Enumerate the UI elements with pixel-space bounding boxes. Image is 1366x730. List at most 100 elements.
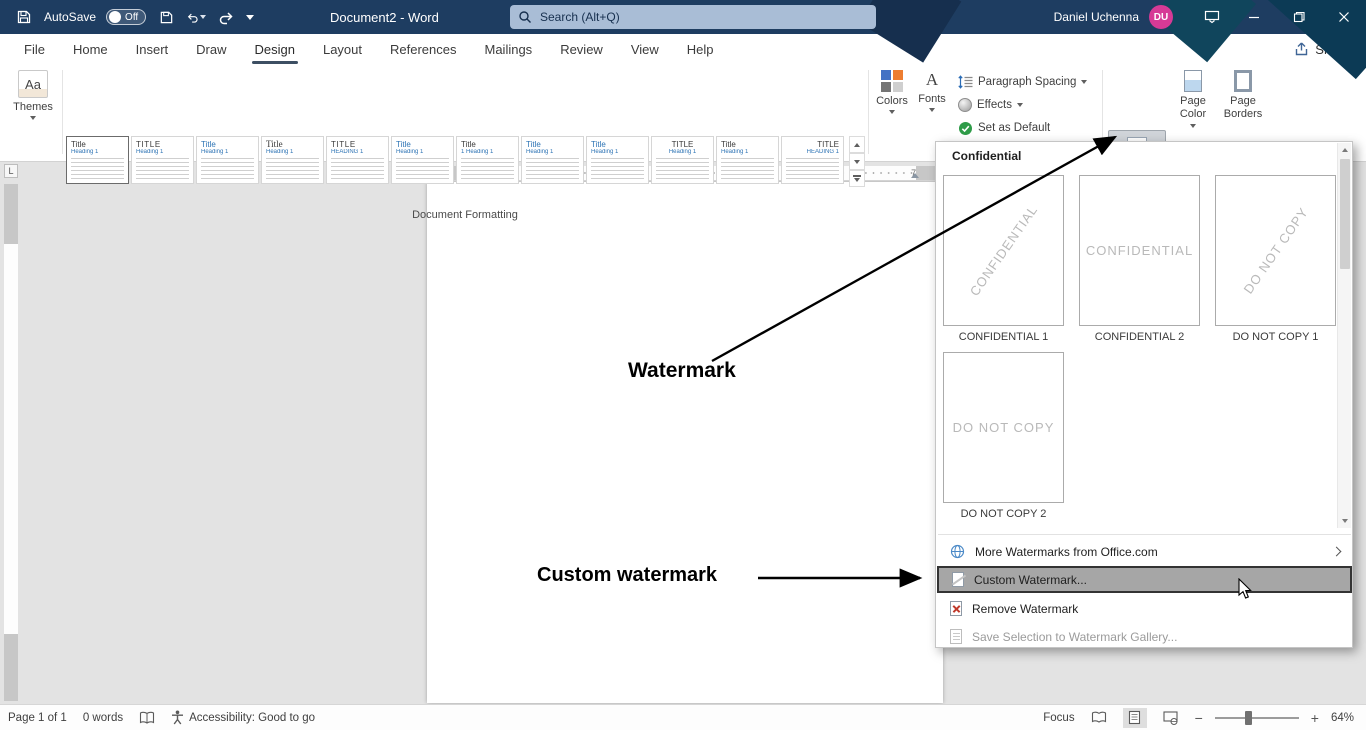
- ribbon-tab[interactable]: File: [10, 34, 59, 64]
- style-set-thumbnail[interactable]: Title Heading 1: [716, 136, 779, 184]
- style-set-thumbnail[interactable]: Title Heading 1: [261, 136, 324, 184]
- read-mode-icon[interactable]: [1087, 708, 1111, 728]
- style-set-thumbnail[interactable]: Title Heading 1: [521, 136, 584, 184]
- search-input[interactable]: [540, 10, 868, 24]
- themes-button[interactable]: Aa Themes: [10, 70, 56, 120]
- style-set-heading: Heading 1: [396, 149, 449, 156]
- colors-button[interactable]: Colors: [872, 70, 912, 114]
- gallery-more-button[interactable]: [849, 170, 865, 187]
- gallery-scroll-down-button[interactable]: [849, 153, 865, 170]
- themes-icon: Aa: [18, 70, 48, 98]
- fonts-label: Fonts: [918, 93, 946, 105]
- page-color-button[interactable]: Page Color: [1170, 70, 1216, 128]
- ribbon-tab[interactable]: Mailings: [471, 34, 547, 64]
- set-as-default-label: Set as Default: [978, 122, 1050, 134]
- style-set-body-lines: [136, 158, 189, 180]
- ribbon-tab[interactable]: Help: [673, 34, 728, 64]
- customize-quick-access-icon[interactable]: [246, 15, 254, 20]
- style-set-thumbnail[interactable]: TITLE HEADING 1: [781, 136, 844, 184]
- style-set-title: Title: [71, 140, 124, 149]
- quick-access-toolbar: AutoSave Off: [0, 0, 254, 34]
- annotation-watermark-label: Watermark: [628, 359, 736, 383]
- zoom-out-button[interactable]: −: [1195, 711, 1203, 725]
- web-layout-icon[interactable]: [1159, 708, 1183, 728]
- ribbon-tab[interactable]: Layout: [309, 34, 376, 64]
- close-button[interactable]: [1321, 0, 1366, 34]
- menu-item-remove-watermark[interactable]: Remove Watermark: [937, 595, 1352, 622]
- scroll-up-button[interactable]: [1338, 143, 1352, 157]
- watermark-thumbnail-confidential-2[interactable]: CONFIDENTIAL: [1079, 175, 1200, 326]
- ribbon-display-options-icon[interactable]: [1193, 0, 1231, 34]
- save-icon[interactable]: [14, 7, 34, 27]
- zoom-slider[interactable]: [1215, 717, 1299, 719]
- effects-icon: [958, 98, 972, 112]
- page-number-status[interactable]: Page 1 of 1: [8, 712, 67, 724]
- autosave-toggle[interactable]: Off: [106, 9, 146, 25]
- scroll-down-button[interactable]: [1338, 514, 1352, 528]
- word-count-status[interactable]: 0 words: [83, 712, 123, 724]
- gallery-scroll-up-button[interactable]: [849, 136, 865, 153]
- page-borders-label: Page Borders: [1220, 95, 1266, 121]
- minimize-button[interactable]: [1231, 0, 1276, 34]
- set-as-default-button[interactable]: Set as Default: [958, 118, 1050, 138]
- word-application-window: AutoSave Off Document2 - Word: [0, 0, 1366, 730]
- document-page[interactable]: [427, 182, 943, 703]
- zoom-in-button[interactable]: +: [1311, 711, 1319, 725]
- chevron-down-icon: [889, 110, 895, 114]
- save-button[interactable]: [156, 7, 176, 27]
- menu-item-more-watermarks[interactable]: More Watermarks from Office.com: [937, 538, 1352, 565]
- ribbon-separator: [868, 70, 869, 154]
- menu-section-title: Confidential: [952, 149, 1021, 163]
- ribbon-tab[interactable]: References: [376, 34, 470, 64]
- accessibility-icon: [171, 710, 184, 725]
- style-set-title: TITLE: [786, 140, 839, 149]
- ribbon-tab[interactable]: Home: [59, 34, 122, 64]
- ribbon-tab[interactable]: Design: [241, 34, 309, 64]
- style-set-thumbnail[interactable]: TITLE Heading 1: [131, 136, 194, 184]
- tab-stop-selector[interactable]: L: [4, 164, 18, 178]
- chevron-down-icon: [1017, 103, 1023, 107]
- style-set-thumbnail[interactable]: TITLE HEADING 1: [326, 136, 389, 184]
- undo-dropdown-icon[interactable]: [200, 15, 206, 19]
- ribbon-tab[interactable]: Draw: [182, 34, 240, 64]
- user-name[interactable]: Daniel Uchenna: [1054, 10, 1139, 24]
- scrollbar-thumb[interactable]: [1340, 159, 1350, 269]
- style-set-thumbnail[interactable]: Title Heading 1: [66, 136, 129, 184]
- undo-button[interactable]: [186, 7, 206, 27]
- menu-item-label: Custom Watermark...: [974, 573, 1087, 587]
- menu-separator: [938, 534, 1351, 535]
- focus-mode-button[interactable]: Focus: [1043, 712, 1074, 724]
- zoom-slider-thumb[interactable]: [1245, 711, 1252, 725]
- watermark-thumbnail-do-not-copy-1[interactable]: DO NOT COPY: [1215, 175, 1336, 326]
- style-set-thumbnail[interactable]: Title Heading 1: [586, 136, 649, 184]
- right-indent-marker[interactable]: [911, 173, 919, 178]
- watermark-thumbnail-confidential-1[interactable]: CONFIDENTIAL: [943, 175, 1064, 326]
- ribbon-tab[interactable]: View: [617, 34, 673, 64]
- remove-watermark-icon: [950, 601, 962, 616]
- style-set-thumbnail[interactable]: Title Heading 1: [391, 136, 454, 184]
- ribbon-tab[interactable]: Review: [546, 34, 617, 64]
- proofing-icon[interactable]: [139, 711, 155, 725]
- effects-button[interactable]: Effects: [958, 95, 1023, 115]
- style-set-thumbnail[interactable]: Title Heading 1: [196, 136, 259, 184]
- style-set-body-lines: [656, 158, 709, 180]
- page-borders-button[interactable]: Page Borders: [1218, 70, 1268, 121]
- zoom-level[interactable]: 64%: [1331, 712, 1354, 724]
- paragraph-spacing-button[interactable]: Paragraph Spacing: [958, 72, 1087, 92]
- style-set-thumbnail[interactable]: Title 1 Heading 1: [456, 136, 519, 184]
- status-bar: Page 1 of 1 0 words Accessibility: Good …: [0, 704, 1366, 730]
- style-set-title: Title: [396, 140, 449, 149]
- fonts-button[interactable]: A Fonts: [914, 70, 950, 112]
- avatar[interactable]: DU: [1149, 5, 1173, 29]
- menu-item-custom-watermark[interactable]: Custom Watermark...: [937, 566, 1352, 593]
- menu-scrollbar[interactable]: [1337, 143, 1351, 528]
- maximize-button[interactable]: [1276, 0, 1321, 34]
- accessibility-status[interactable]: Accessibility: Good to go: [171, 710, 315, 725]
- effects-label: Effects: [977, 99, 1012, 111]
- ribbon-tab[interactable]: Insert: [122, 34, 183, 64]
- style-set-thumbnail[interactable]: TITLE Heading 1: [651, 136, 714, 184]
- print-layout-icon[interactable]: [1123, 708, 1147, 728]
- search-bar[interactable]: [510, 5, 876, 29]
- watermark-thumbnail-do-not-copy-2[interactable]: DO NOT COPY: [943, 352, 1064, 503]
- redo-button[interactable]: [216, 7, 236, 27]
